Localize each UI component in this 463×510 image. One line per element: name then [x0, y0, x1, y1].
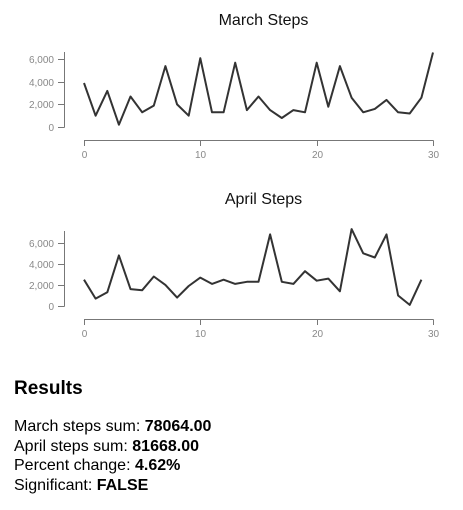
- april-sum-label: April steps sum:: [14, 437, 133, 455]
- march-sum-label: March steps sum:: [14, 418, 145, 435]
- march-x-tick-label: 10: [195, 150, 207, 161]
- april-steps-chart: 0 2,000 4,000 6,000 0 10 20 30: [29, 228, 440, 340]
- march-y-axis: 0 2,000 4,000 6,000: [29, 52, 65, 134]
- march-x-tick-label: 0: [82, 150, 88, 161]
- march-x-axis: 0 10 20 30: [82, 140, 440, 161]
- april-chart-title: April Steps: [224, 191, 303, 208]
- april-y-tick-label: 4,000: [29, 260, 54, 271]
- results-heading: Results: [14, 378, 83, 399]
- april-y-tick-label: 2,000: [29, 281, 54, 292]
- april-x-tick-label: 30: [428, 329, 440, 340]
- april-series-line: [83, 228, 423, 306]
- march-sum-row: March steps sum: 78064.00: [14, 417, 211, 437]
- march-steps-chart: 0 2,000 4,000 6,000 0 10 20 30: [29, 52, 440, 161]
- march-series-line: [83, 52, 434, 126]
- april-y-tick-label: 6,000: [29, 239, 54, 250]
- april-y-axis: 0 2,000 4,000 6,000: [29, 231, 65, 313]
- april-y-tick-label: 0: [48, 302, 54, 313]
- significant-row: Significant: FALSE: [14, 476, 211, 496]
- april-x-axis: 0 10 20 30: [82, 319, 440, 340]
- april-x-tick-label: 20: [312, 329, 324, 340]
- april-x-tick-label: 10: [195, 329, 207, 340]
- april-sum-value: 81668.00: [132, 437, 199, 455]
- march-y-tick-label: 4,000: [29, 78, 54, 89]
- march-x-tick-label: 20: [312, 150, 324, 161]
- significant-value: FALSE: [96, 476, 149, 494]
- march-y-tick-label: 2,000: [29, 100, 54, 111]
- results-panel: Results March steps sum: 78064.00 April …: [14, 378, 211, 495]
- march-y-tick-label: 0: [48, 123, 54, 134]
- significant-label: Significant:: [14, 476, 97, 494]
- percent-change-row: Percent change: 4.62%: [14, 456, 211, 476]
- april-sum-row: April steps sum: 81668.00: [14, 437, 211, 457]
- percent-change-label: Percent change:: [14, 457, 135, 474]
- march-sum-value: 78064.00: [144, 418, 212, 435]
- april-x-tick-label: 0: [82, 329, 88, 340]
- march-chart-title: March Steps: [218, 12, 309, 29]
- percent-change-value: 4.62%: [134, 457, 181, 474]
- march-x-tick-label: 30: [428, 150, 440, 161]
- march-y-tick-label: 6,000: [29, 55, 54, 66]
